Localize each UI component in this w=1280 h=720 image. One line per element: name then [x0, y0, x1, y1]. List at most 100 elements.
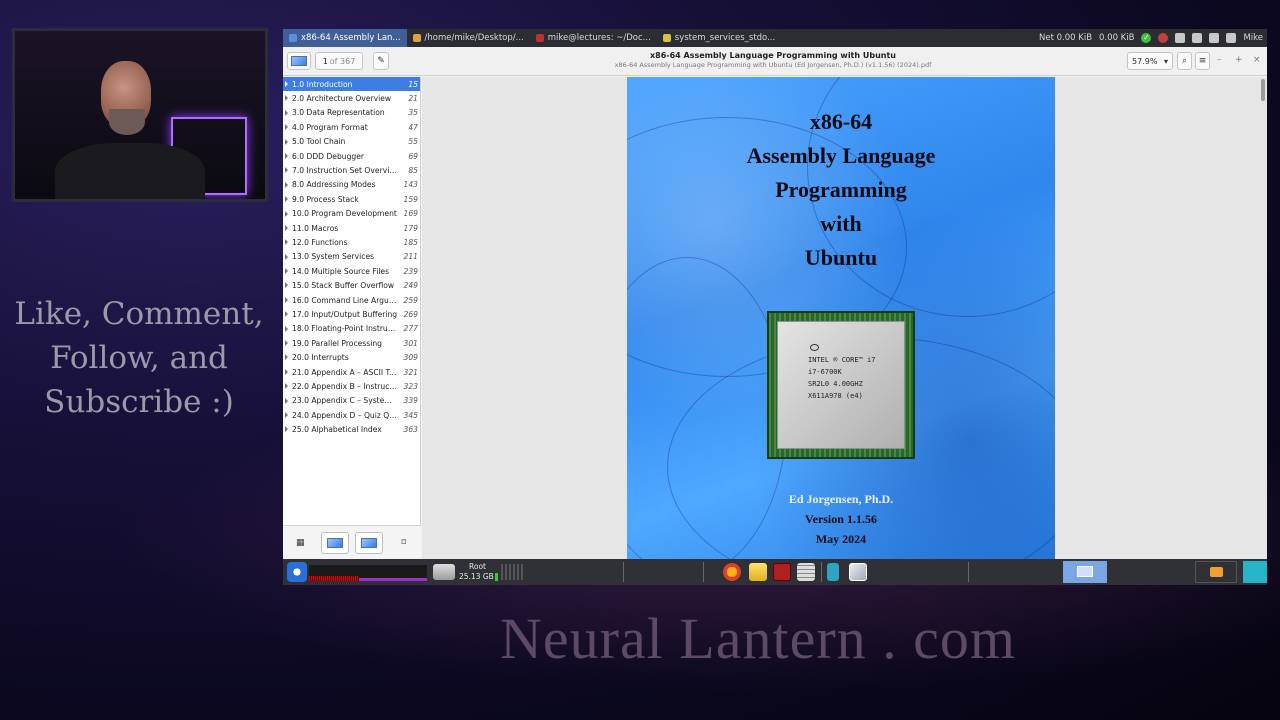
maximize-icon[interactable]: + [1235, 55, 1243, 65]
page-number-field[interactable]: 1 of 367 [315, 52, 363, 70]
expand-arrow-icon[interactable] [285, 210, 288, 217]
notes-icon[interactable] [749, 563, 767, 581]
grid-view-tab[interactable]: ▦ [286, 532, 314, 554]
annotate-button[interactable]: ✎ [373, 52, 389, 70]
toc-item[interactable]: 20.0 Interrupts 309 [283, 350, 420, 364]
toc-item[interactable]: 8.0 Addressing Modes 143 [283, 178, 420, 192]
toc-item[interactable]: 18.0 Floating-Point Instructio... 277 [283, 322, 420, 336]
expand-arrow-icon[interactable] [285, 311, 288, 318]
active-window-button[interactable] [1063, 561, 1107, 583]
toc-item[interactable]: 9.0 Process Stack 159 [283, 192, 420, 206]
expand-arrow-icon[interactable] [285, 167, 288, 174]
expand-arrow-icon[interactable] [285, 325, 288, 332]
record-icon[interactable] [1158, 33, 1169, 43]
toc-item[interactable]: 21.0 Appendix A – ASCII Table 321 [283, 365, 420, 379]
taskbar-task[interactable]: mike@lectures: ~/Doc... [530, 29, 657, 47]
workspace-indicator[interactable] [1243, 561, 1267, 583]
toc-item[interactable]: 24.0 Appendix D – Quiz Que... 345 [283, 408, 420, 422]
vertical-scrollbar[interactable] [1261, 79, 1265, 101]
toc-item[interactable]: 23.0 Appendix C – System Se... 339 [283, 394, 420, 408]
drive-icon[interactable] [433, 564, 455, 580]
toc-item[interactable]: 25.0 Alphabetical Index 363 [283, 422, 420, 436]
expand-arrow-icon[interactable] [285, 138, 288, 145]
battery-icon[interactable] [1209, 33, 1220, 43]
expand-arrow-icon[interactable] [285, 340, 288, 347]
expand-arrow-icon[interactable] [285, 268, 288, 275]
menu-button[interactable]: ≡ [1195, 52, 1210, 70]
bookmarks-tab[interactable]: ⌑ [390, 532, 418, 554]
toc-item[interactable]: 16.0 Command Line Argume... 259 [283, 293, 420, 307]
expand-arrow-icon[interactable] [285, 124, 288, 131]
toc-item[interactable]: 7.0 Instruction Set Overview 85 [283, 163, 420, 177]
cpu-text-line: i7-6700K [808, 368, 842, 376]
toc-item[interactable]: 4.0 Program Format 47 [283, 120, 420, 134]
toc-page-number: 345 [403, 410, 419, 420]
toc-item[interactable]: 10.0 Program Development 169 [283, 207, 420, 221]
outline-tab[interactable] [355, 531, 384, 554]
expand-arrow-icon[interactable] [285, 239, 288, 246]
toc-page-number: 363 [403, 425, 419, 435]
network-icon[interactable] [1175, 33, 1186, 43]
expand-arrow-icon[interactable] [285, 152, 288, 159]
expand-arrow-icon[interactable] [285, 196, 288, 203]
document-view[interactable]: x86-64 Assembly Language Programming wit… [422, 77, 1267, 559]
expand-arrow-icon[interactable] [285, 368, 288, 375]
expand-arrow-icon[interactable] [285, 383, 288, 390]
display-icon[interactable] [1192, 33, 1203, 43]
toc-item[interactable]: 6.0 DDD Debugger 69 [283, 149, 420, 163]
expand-arrow-icon[interactable] [285, 397, 288, 404]
toc-item[interactable]: 12.0 Functions 185 [283, 235, 420, 249]
cover-title-line: x86-64 [809, 109, 873, 134]
viewer-toolbar: 1 of 367 ✎ x86-64 Assembly Language Prog… [283, 47, 1267, 76]
expand-arrow-icon[interactable] [285, 282, 288, 289]
toc-label: 13.0 System Services [292, 252, 375, 262]
sidebar-toggle-button[interactable] [287, 52, 311, 70]
toc-item[interactable]: 5.0 Tool Chain 55 [283, 135, 420, 149]
thumbnail-icon [291, 56, 307, 66]
terminal-icon[interactable] [773, 563, 791, 581]
app-icon [289, 34, 297, 42]
toc-item[interactable]: 19.0 Parallel Processing 301 [283, 336, 420, 350]
expand-arrow-icon[interactable] [285, 253, 288, 260]
toc-item[interactable]: 11.0 Macros 179 [283, 221, 420, 235]
toc-item[interactable]: 1.0 Introduction 15 [283, 77, 420, 92]
toc-item[interactable]: 14.0 Multiple Source Files 239 [283, 264, 420, 278]
cpu-text-line: INTEL ® CORE™ i7 [808, 356, 876, 364]
user-name[interactable]: Mike [1243, 33, 1263, 43]
volume-icon[interactable] [1226, 33, 1237, 43]
expand-arrow-icon[interactable] [285, 95, 288, 102]
expand-arrow-icon[interactable] [285, 224, 288, 231]
toc-item[interactable]: 13.0 System Services 211 [283, 250, 420, 264]
app-icon [412, 34, 421, 42]
close-icon[interactable]: × [1253, 55, 1261, 65]
toc-item[interactable]: 22.0 Appendix B – Instructio... 323 [283, 379, 420, 393]
firefox-icon[interactable] [723, 563, 741, 581]
taskbar-task[interactable]: system_services_stdo... [657, 29, 781, 47]
expand-arrow-icon[interactable] [285, 296, 288, 303]
file-icon[interactable] [827, 563, 839, 581]
minimize-icon[interactable]: – [1217, 55, 1222, 65]
expand-arrow-icon[interactable] [285, 411, 288, 418]
toc-page-number: 21 [408, 94, 418, 104]
toc-label: 25.0 Alphabetical Index [292, 425, 382, 435]
calculator-icon[interactable] [797, 563, 815, 581]
whisker-menu-icon[interactable] [287, 562, 307, 582]
toc-item[interactable]: 3.0 Data Representation 35 [283, 106, 420, 120]
app-icon [535, 34, 544, 42]
expand-arrow-icon[interactable] [285, 181, 288, 188]
toc-item[interactable]: 17.0 Input/Output Buffering 269 [283, 307, 420, 321]
thumbnails-tab[interactable] [320, 531, 349, 554]
expand-arrow-icon[interactable] [285, 426, 288, 433]
taskbar-task[interactable]: x86-64 Assembly Lan... [283, 29, 407, 47]
search-button[interactable]: ⌕ [1177, 52, 1192, 70]
file-manager-button[interactable] [1195, 561, 1237, 583]
expand-arrow-icon[interactable] [285, 109, 288, 116]
expand-arrow-icon[interactable] [285, 354, 288, 361]
taskbar-task[interactable]: /home/mike/Desktop/... [407, 29, 530, 47]
screenshot-icon[interactable] [849, 563, 867, 581]
toc-item[interactable]: 15.0 Stack Buffer Overflow 249 [283, 278, 420, 292]
panel-separator [703, 562, 704, 582]
toc-item[interactable]: 2.0 Architecture Overview 21 [283, 91, 420, 105]
zoom-select[interactable]: 57.9% ▾ [1127, 52, 1173, 70]
expand-arrow-icon[interactable] [285, 81, 288, 87]
